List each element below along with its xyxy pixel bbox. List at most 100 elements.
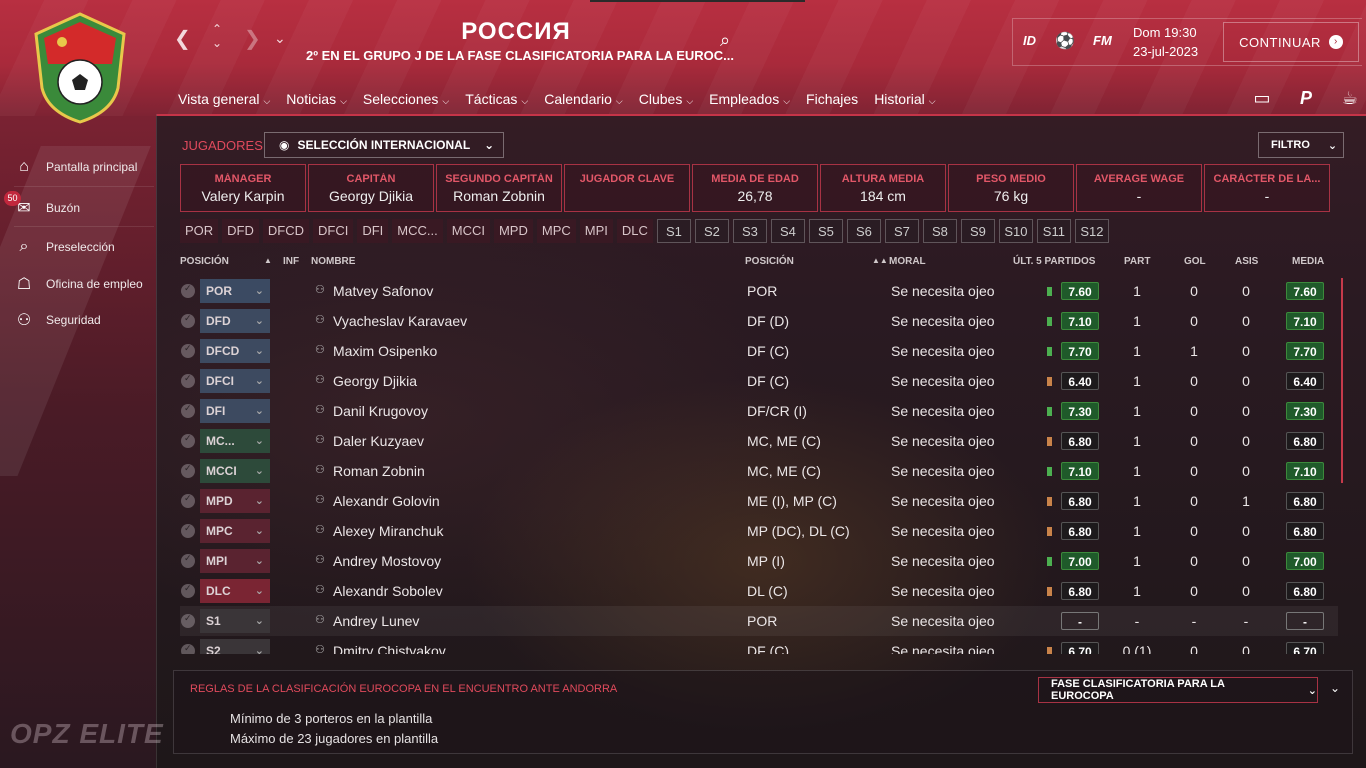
position-filter-chip[interactable]: MPI: [579, 219, 613, 243]
menu-selecciones[interactable]: Selecciones ⌵: [354, 86, 458, 116]
slot-position-select[interactable]: MPC ⌄: [200, 519, 270, 543]
sidebar-item-home[interactable]: ⌂ Pantalla principal: [14, 158, 154, 176]
sub-filter-chip[interactable]: S10: [998, 219, 1033, 243]
player-name[interactable]: Danil Krugovoy: [333, 403, 428, 419]
position-filter-chip[interactable]: DLC: [616, 219, 653, 243]
collapse-chevron-icon[interactable]: ⌄: [1330, 681, 1340, 695]
back-arrow-icon[interactable]: ❮: [174, 26, 191, 51]
sub-filter-chip[interactable]: S8: [922, 219, 957, 243]
table-row[interactable]: DFI ⌄ ⚇ Danil Krugovoy DF/CR (I) Se necesita …: [180, 396, 1338, 426]
player-name[interactable]: Dmitry Chistyakov: [333, 643, 446, 654]
slot-position-select[interactable]: DFCD ⌄: [200, 339, 270, 363]
col-header-gol[interactable]: GOL: [1184, 256, 1206, 267]
filter-button[interactable]: FILTRO ⌄: [1258, 132, 1344, 158]
sub-filter-chip[interactable]: S1: [656, 219, 691, 243]
sub-filter-chip[interactable]: S6: [846, 219, 881, 243]
table-row[interactable]: S1 ⌄ ⚇ Andrey Lunev POR Se necesita ojeo - - - - -: [180, 606, 1338, 636]
sidebar-item-preseleccion[interactable]: ⌕ Preselección: [14, 238, 154, 256]
player-name[interactable]: Alexandr Sobolev: [333, 583, 443, 599]
col-header-name[interactable]: NOMBRE: [311, 256, 355, 267]
continue-button[interactable]: CONTINUAR ›: [1223, 22, 1359, 62]
slot-position-select[interactable]: POR ⌄: [200, 279, 270, 303]
menu-clubes[interactable]: Clubes ⌵: [631, 86, 701, 116]
fm-icon[interactable]: FM: [1093, 33, 1112, 48]
table-row[interactable]: MPI ⌄ ⚇ Andrey Mostovoy MP (I) Se necesita oj…: [180, 546, 1338, 576]
position-filter-chip[interactable]: DFCI: [313, 219, 354, 243]
sub-filter-chip[interactable]: S3: [732, 219, 767, 243]
menu-empleados[interactable]: Empleados ⌵: [701, 86, 798, 116]
selection-dropdown[interactable]: ◉ SELECCIÓN INTERNACIONAL ⌄: [264, 132, 504, 158]
table-row[interactable]: POR ⌄ ⚇ Matvey Safonov POR Se necesita ojeo 7.…: [180, 276, 1338, 306]
row-select-checkbox[interactable]: [181, 283, 195, 298]
sort-icon[interactable]: ▲▲: [872, 256, 888, 265]
competition-dropdown[interactable]: FASE CLASIFICATORIA PARA LA EUROCOPA ⌄: [1038, 677, 1318, 703]
sidebar-item-seguridad[interactable]: ⚇ Seguridad: [14, 310, 154, 330]
slot-position-select[interactable]: DFCI ⌄: [200, 369, 270, 393]
summary-key-player[interactable]: JUGADOR CLAVE: [564, 164, 690, 212]
sidebar-item-inbox[interactable]: ✉ Buzón: [14, 198, 154, 218]
down-arrow-icon[interactable]: ⌄: [212, 36, 222, 50]
table-row[interactable]: S2 ⌄ ⚇ Dmitry Chistyakov DF (C) Se necesita o…: [180, 636, 1338, 654]
monitor-icon[interactable]: ▭: [1250, 88, 1274, 109]
cup-icon[interactable]: ☕: [1338, 88, 1362, 109]
table-row[interactable]: MC... ⌄ ⚇ Daler Kuzyaev MC, ME (C) Se necesit…: [180, 426, 1338, 456]
row-select-checkbox[interactable]: [181, 313, 195, 328]
sub-filter-chip[interactable]: S11: [1036, 219, 1071, 243]
slot-position-select[interactable]: MPD ⌄: [200, 489, 270, 513]
slot-position-select[interactable]: MC... ⌄: [200, 429, 270, 453]
table-row[interactable]: DLC ⌄ ⚇ Alexandr Sobolev DL (C) Se necesita o…: [180, 576, 1338, 606]
slot-position-select[interactable]: MCCI ⌄: [200, 459, 270, 483]
col-header-media[interactable]: MEDIA: [1292, 256, 1324, 267]
forward-arrow-icon[interactable]: ❯: [244, 26, 261, 51]
slot-position-select[interactable]: DFD ⌄: [200, 309, 270, 333]
col-header-inf[interactable]: INF: [283, 256, 299, 267]
slot-position-select[interactable]: MPI ⌄: [200, 549, 270, 573]
row-select-checkbox[interactable]: [181, 523, 195, 538]
search-icon[interactable]: ⌕: [720, 30, 730, 51]
sub-filter-chip[interactable]: S9: [960, 219, 995, 243]
col-header-position[interactable]: POSICIÓN: [180, 256, 229, 267]
player-name[interactable]: Andrey Lunev: [333, 613, 419, 629]
menu-calendario[interactable]: Calendario ⌵: [536, 86, 631, 116]
row-select-checkbox[interactable]: [181, 493, 195, 508]
row-select-checkbox[interactable]: [181, 553, 195, 568]
sort-ascending-icon[interactable]: ▲: [264, 256, 272, 265]
summary-captain[interactable]: CAPITÁN Georgy Djikia: [308, 164, 434, 212]
slot-position-select[interactable]: DLC ⌄: [200, 579, 270, 603]
position-filter-chip[interactable]: POR: [180, 219, 219, 243]
menu-noticias[interactable]: Noticias ⌵: [278, 86, 355, 116]
row-select-checkbox[interactable]: [181, 583, 195, 598]
table-row[interactable]: DFCI ⌄ ⚇ Georgy Djikia DF (C) Se necesita oje…: [180, 366, 1338, 396]
position-filter-chip[interactable]: DFCD: [262, 219, 309, 243]
menu-historial[interactable]: Historial ⌵: [866, 86, 943, 116]
ball-icon[interactable]: ⚽: [1055, 31, 1075, 51]
row-select-checkbox[interactable]: [181, 643, 195, 654]
player-name[interactable]: Roman Zobnin: [333, 463, 425, 479]
menu-fichajes[interactable]: Fichajes: [798, 86, 866, 116]
position-filter-chip[interactable]: MPD: [493, 219, 533, 243]
col-header-part[interactable]: PART: [1124, 256, 1150, 267]
position-filter-chip[interactable]: DFD: [222, 219, 259, 243]
table-scrollbar[interactable]: [1341, 278, 1343, 483]
player-name[interactable]: Vyacheslav Karavaev: [333, 313, 467, 329]
sub-filter-chip[interactable]: S5: [808, 219, 843, 243]
player-name[interactable]: Maxim Osipenko: [333, 343, 437, 359]
row-select-checkbox[interactable]: [181, 403, 195, 418]
player-name[interactable]: Daler Kuzyaev: [333, 433, 424, 449]
menu-vista-general[interactable]: Vista general ⌵: [170, 86, 278, 116]
player-name[interactable]: Alexandr Golovin: [333, 493, 440, 509]
sub-filter-chip[interactable]: S7: [884, 219, 919, 243]
col-header-moral[interactable]: MORAL: [889, 256, 926, 267]
position-filter-chip[interactable]: MPC: [536, 219, 576, 243]
player-name[interactable]: Matvey Safonov: [333, 283, 433, 299]
summary-manager[interactable]: MÁNAGER Valery Karpin: [180, 164, 306, 212]
menu-dropdown-icon[interactable]: ⌄: [274, 30, 286, 47]
up-arrow-icon[interactable]: ⌃: [212, 22, 222, 36]
position-filter-chip[interactable]: DFI: [357, 219, 389, 243]
table-row[interactable]: MPC ⌄ ⚇ Alexey Miranchuk MP (DC), DL (C) Se n…: [180, 516, 1338, 546]
slot-position-select[interactable]: S2 ⌄: [200, 639, 270, 654]
position-filter-chip[interactable]: MCC...: [392, 219, 443, 243]
slot-position-select[interactable]: DFI ⌄: [200, 399, 270, 423]
sub-filter-chip[interactable]: S2: [694, 219, 729, 243]
row-select-checkbox[interactable]: [181, 433, 195, 448]
